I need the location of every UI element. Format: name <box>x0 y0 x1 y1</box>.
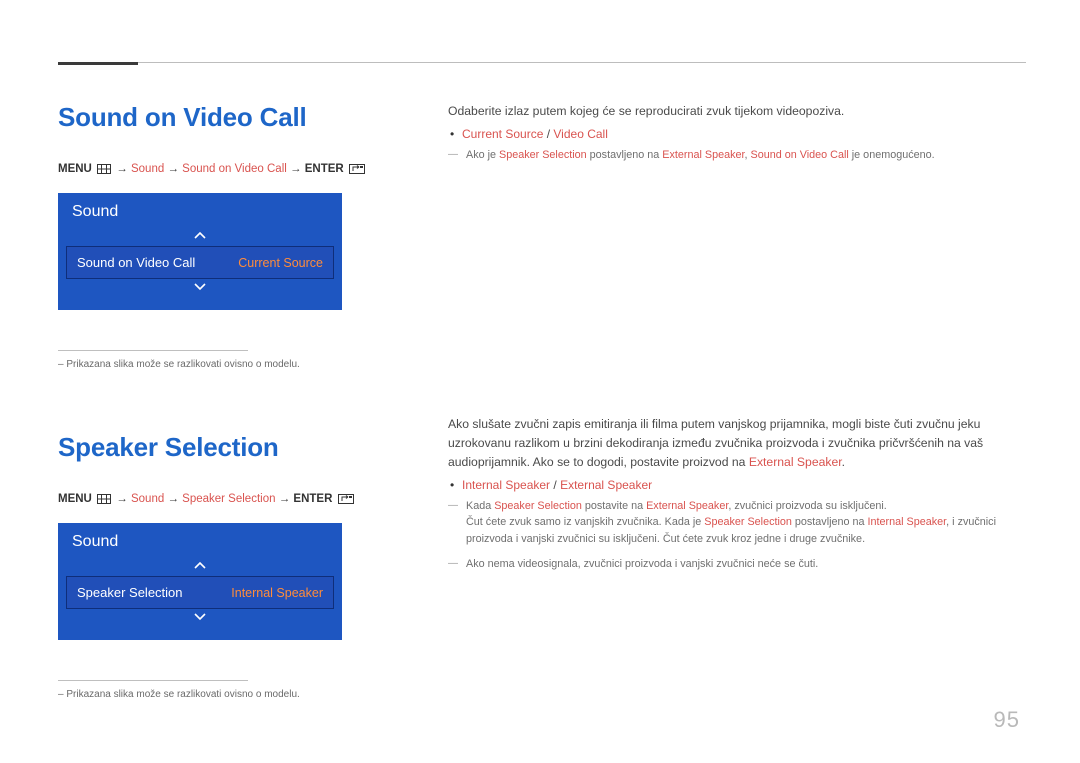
options-bullet: Current Source / Video Call <box>448 125 1026 144</box>
note-text: postavite na <box>582 500 646 512</box>
path-segment: Sound <box>131 163 164 175</box>
description: Odaberite izlaz putem kojeg će se reprod… <box>448 102 1026 121</box>
osd-panel: Sound Sound on Video Call Current Source <box>58 193 342 310</box>
caption-separator <box>58 680 248 681</box>
note-highlight: Internal Speaker <box>868 516 947 528</box>
note: Kada Speaker Selection postavite na Exte… <box>448 498 1026 548</box>
header-rule-bold <box>58 62 138 65</box>
caption-text: Prikazana slika može se razlikovati ovis… <box>66 689 299 700</box>
enter-icon <box>338 494 354 504</box>
caption: – Prikazana slika može se razlikovati ov… <box>58 359 390 370</box>
osd-row-label: Sound on Video Call <box>77 255 195 270</box>
menu-grid-icon <box>97 164 111 174</box>
enter-label: ENTER <box>293 493 332 505</box>
option: Current Source <box>462 127 543 141</box>
note-text: , zvučnici proizvoda su isključeni. <box>728 500 886 512</box>
path-segment: Speaker Selection <box>182 493 275 505</box>
content: Sound on Video Call MENU → Sound → Sound… <box>58 102 1026 700</box>
separator: / <box>550 478 560 492</box>
header-rule <box>58 62 1026 63</box>
osd-row-value: Internal Speaker <box>231 586 323 600</box>
note: Ako je Speaker Selection postavljeno na … <box>448 147 1026 164</box>
note-text: Ako je <box>466 149 499 161</box>
path-segment: Sound <box>131 493 164 505</box>
chevron-up-icon <box>193 229 207 243</box>
note: Ako nema videosignala, zvučnici proizvod… <box>448 556 1026 573</box>
description: Ako slušate zvučni zapis emitiranja ili … <box>448 415 1026 472</box>
menu-path: MENU → Sound → Speaker Selection → ENTER <box>58 493 390 505</box>
caption: – Prikazana slika može se razlikovati ov… <box>58 689 390 700</box>
arrow-icon: → <box>279 493 291 505</box>
arrow-icon: → <box>167 493 179 505</box>
osd-panel: Sound Speaker Selection Internal Speaker <box>58 523 342 640</box>
note-highlight: Speaker Selection <box>499 149 587 161</box>
note-highlight: Sound on Video Call <box>751 149 849 161</box>
chevron-down-icon <box>193 279 207 293</box>
option: Internal Speaker <box>462 478 550 492</box>
separator: / <box>543 127 553 141</box>
path-segment: Sound on Video Call <box>182 163 287 175</box>
menu-path: MENU → Sound → Sound on Video Call → ENT… <box>58 163 390 175</box>
arrow-icon: → <box>167 163 179 175</box>
option: Video Call <box>553 127 607 141</box>
arrow-icon: → <box>116 163 128 175</box>
chevron-down-icon <box>193 609 207 623</box>
note-text: je onemogućeno. <box>849 149 935 161</box>
caption-separator <box>58 350 248 351</box>
osd-title: Sound <box>58 193 342 229</box>
note-highlight: Speaker Selection <box>494 500 582 512</box>
page-number: 95 <box>994 707 1020 733</box>
note-text: Kada <box>466 500 494 512</box>
option: External Speaker <box>560 478 652 492</box>
chevron-up-icon <box>193 559 207 573</box>
arrow-icon: → <box>290 163 302 175</box>
osd-title: Sound <box>58 523 342 559</box>
arrow-icon: → <box>116 493 128 505</box>
description-highlight: External Speaker <box>749 455 842 469</box>
note-highlight: Speaker Selection <box>704 516 792 528</box>
right-column: Odaberite izlaz putem kojeg će se reprod… <box>448 102 1026 700</box>
section2-description-block: Ako slušate zvučni zapis emitiranja ili … <box>448 415 1026 572</box>
osd-row: Sound on Video Call Current Source <box>66 246 334 279</box>
osd-row-value: Current Source <box>238 256 323 270</box>
section-sound-on-video-call: Sound on Video Call MENU → Sound → Sound… <box>58 102 390 370</box>
heading: Speaker Selection <box>58 432 390 463</box>
note-highlight: External Speaker <box>646 500 728 512</box>
options-bullet: Internal Speaker / External Speaker <box>448 476 1026 495</box>
note-text: postavljeno na <box>792 516 868 528</box>
enter-icon <box>349 164 365 174</box>
enter-label: ENTER <box>305 163 344 175</box>
left-column: Sound on Video Call MENU → Sound → Sound… <box>58 102 390 700</box>
osd-row: Speaker Selection Internal Speaker <box>66 576 334 609</box>
menu-label: MENU <box>58 163 92 175</box>
menu-grid-icon <box>97 494 111 504</box>
description-text: . <box>842 455 845 469</box>
page: Sound on Video Call MENU → Sound → Sound… <box>0 0 1080 763</box>
menu-label: MENU <box>58 493 92 505</box>
note-text: postavljeno na <box>587 149 663 161</box>
note-highlight: External Speaker <box>662 149 744 161</box>
section-speaker-selection: Speaker Selection MENU → Sound → Speaker… <box>58 432 390 700</box>
section1-description-block: Odaberite izlaz putem kojeg će se reprod… <box>448 102 1026 163</box>
osd-row-label: Speaker Selection <box>77 585 183 600</box>
description-text: Ako slušate zvučni zapis emitiranja ili … <box>448 417 983 469</box>
note-text: Čut ćete zvuk samo iz vanjskih zvučnika.… <box>466 516 704 528</box>
heading: Sound on Video Call <box>58 102 390 133</box>
note-text: Ako nema videosignala, zvučnici proizvod… <box>466 558 818 570</box>
caption-text: Prikazana slika može se razlikovati ovis… <box>66 359 299 370</box>
